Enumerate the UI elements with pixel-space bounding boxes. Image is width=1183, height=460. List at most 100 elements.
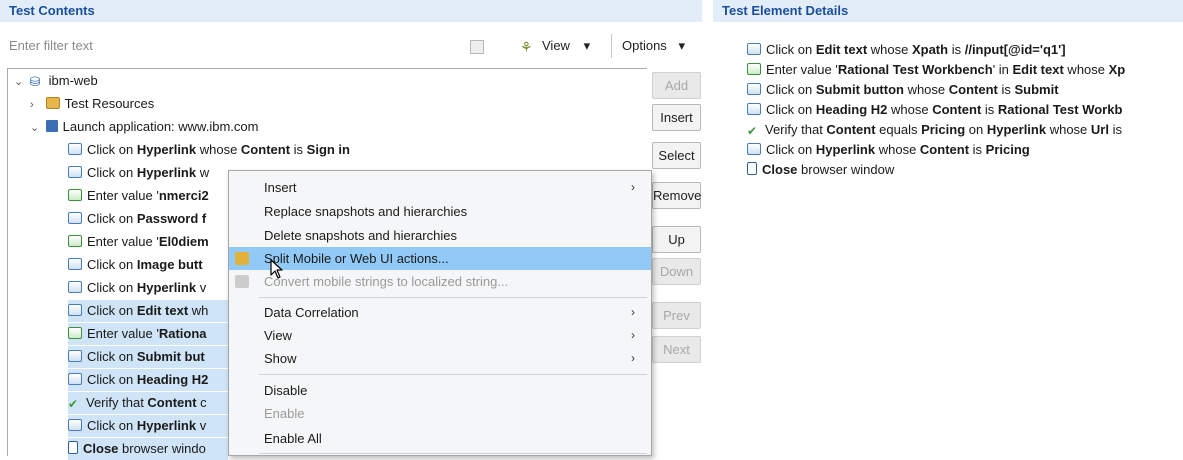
menu-label: Data Correlation [264, 305, 359, 320]
verify-icon: ✔ [68, 397, 79, 411]
test-step-row[interactable]: Click on Hyperlink whose Content is Sign… [68, 139, 588, 161]
options-label: Options [622, 38, 667, 53]
enter-value-icon [68, 235, 82, 247]
menu-separator [259, 297, 647, 298]
detail-text: is [1108, 122, 1122, 137]
test-step-row[interactable]: Click on Password f [68, 208, 228, 230]
menu-item-replace-snapshots[interactable]: Replace snapshots and hierarchies [229, 200, 651, 223]
detail-text: Pricing [921, 122, 966, 137]
detail-text: Content [919, 142, 970, 157]
menu-item-convert-strings: Convert mobile strings to localized stri… [229, 270, 651, 293]
menu-item-disable[interactable]: Disable [229, 379, 651, 402]
step-text: whose [196, 142, 241, 157]
submenu-arrow-icon: › [631, 351, 635, 365]
menu-item-data-correlation[interactable]: Data Correlation › [229, 301, 651, 324]
click-step-icon [68, 419, 82, 431]
clear-filter-icon[interactable] [470, 40, 484, 54]
tree-item-launch[interactable]: ⌄ Launch application: www.ibm.com [30, 116, 258, 138]
view-label: View [542, 38, 570, 53]
filter-input[interactable]: Enter filter text [9, 38, 93, 53]
detail-row: Click on Heading H2 whose Content is Rat… [747, 100, 1183, 120]
detail-row: Enter value 'Rational Test Workbench' in… [747, 60, 1183, 80]
detail-text: whose [1063, 62, 1109, 77]
prev-button[interactable]: Prev [652, 302, 701, 329]
test-step-row[interactable]: ✔ Verify that Content c [68, 392, 228, 414]
menu-item-view[interactable]: View › [229, 324, 651, 347]
view-icon[interactable]: ⚘ [520, 40, 533, 54]
click-step-icon [747, 43, 761, 55]
step-text: wh [188, 303, 209, 318]
test-step-row[interactable]: Click on Hyperlink w [68, 162, 228, 184]
menu-label: Insert [264, 180, 297, 195]
detail-text: Edit text [1012, 62, 1064, 77]
step-text: Heading H2 [136, 372, 209, 387]
click-step-icon [747, 103, 761, 115]
remove-button[interactable]: Remove [652, 182, 701, 209]
up-button[interactable]: Up [652, 226, 701, 253]
test-step-row[interactable]: Click on Edit text wh [68, 300, 228, 322]
down-button[interactable]: Down [652, 258, 701, 285]
collapse-icon[interactable]: › [30, 94, 42, 116]
detail-text: Edit text [815, 42, 868, 57]
menu-item-split-actions[interactable]: Split Mobile or Web UI actions... [229, 247, 651, 270]
mouse-cursor-icon [270, 259, 283, 279]
resources-icon [45, 97, 60, 109]
test-step-row[interactable]: Click on Heading H2 [68, 369, 228, 391]
step-text: v [196, 418, 207, 433]
test-step-row[interactable]: Enter value 'nmerci2 [68, 185, 228, 207]
detail-text: Close [762, 162, 798, 177]
submenu-arrow-icon: › [631, 305, 635, 319]
step-text: Submit but [136, 349, 205, 364]
step-text: Click on [87, 165, 137, 180]
step-text: Rationa [158, 326, 207, 341]
test-element-details-title: Test Element Details [722, 3, 849, 18]
step-text: Click on [87, 280, 137, 295]
menu-item-enable-all[interactable]: Enable All [229, 427, 651, 450]
insert-button[interactable]: Insert [652, 104, 701, 131]
add-button[interactable]: Add [652, 72, 701, 99]
options-dropdown[interactable]: Options ▾ [622, 38, 685, 54]
click-step-icon [68, 281, 82, 293]
detail-text: Content [948, 82, 998, 97]
view-dropdown[interactable]: View ▾ [542, 38, 590, 54]
step-text: Hyperlink [136, 418, 197, 433]
enter-value-icon [68, 327, 82, 339]
tree-label: Test Resources [64, 96, 155, 111]
click-step-icon [68, 143, 82, 155]
step-text: Hyperlink [136, 280, 197, 295]
test-step-row[interactable]: Click on Hyperlink v [68, 277, 228, 299]
menu-separator [259, 453, 647, 454]
menu-item-show[interactable]: Show › [229, 347, 651, 370]
view-arrow-icon: ▾ [583, 38, 591, 53]
select-button[interactable]: Select [652, 142, 701, 169]
test-step-row[interactable]: Enter value 'Rationa [68, 323, 228, 345]
step-text: is [290, 142, 307, 157]
tree-label: ibm-web [48, 73, 98, 88]
test-step-row[interactable]: Click on Image butt [68, 254, 228, 276]
test-step-row[interactable]: Enter value 'El0diem [68, 231, 228, 253]
click-step-icon [68, 212, 82, 224]
expand-icon[interactable]: ⌄ [14, 71, 26, 93]
test-step-row[interactable]: Close browser windo [68, 438, 228, 460]
step-text: Click on [87, 349, 137, 364]
detail-text: Hyperlink [815, 142, 876, 157]
step-text: Click on [87, 303, 137, 318]
step-text: browser windo [118, 441, 206, 456]
menu-item-delete-snapshots[interactable]: Delete snapshots and hierarchies [229, 224, 651, 247]
tree-item-test-resources[interactable]: › Test Resources [30, 93, 154, 115]
detail-text: Click on [766, 142, 816, 157]
step-text: w [196, 165, 210, 180]
step-text: Close [83, 441, 119, 456]
step-text: nmerci2 [158, 188, 209, 203]
step-text: Password f [136, 211, 207, 226]
click-step-icon [68, 304, 82, 316]
test-step-row[interactable]: Click on Submit but [68, 346, 228, 368]
next-button[interactable]: Next [652, 336, 701, 363]
test-step-row[interactable]: Click on Hyperlink v [68, 415, 228, 437]
detail-text: Click on [766, 82, 816, 97]
expand-icon[interactable]: ⌄ [30, 117, 42, 139]
menu-item-insert[interactable]: Insert › [229, 176, 651, 199]
tree-item-root[interactable]: ⌄ ⛁ ibm-web [14, 70, 98, 92]
step-text: Content [240, 142, 291, 157]
test-contents-header: Test Contents [0, 0, 702, 22]
